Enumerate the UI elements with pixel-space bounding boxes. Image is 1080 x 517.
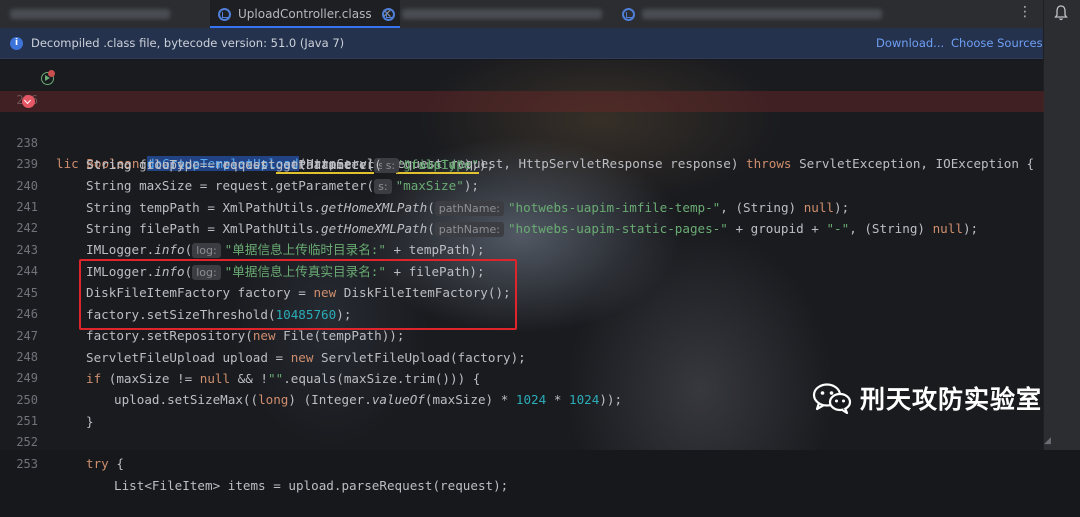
tab-upload-controller[interactable]: UploadController.class ✕ (210, 0, 401, 28)
line-number: 253 (16, 457, 38, 471)
blurred-tab-label (10, 9, 170, 19)
code-text: try { (86, 456, 124, 471)
code-line: 244 DiskFileItemFactory factory = new Di… (0, 240, 1044, 300)
info-icon: i (10, 36, 23, 50)
tab-blurred-left[interactable] (10, 0, 170, 28)
download-link[interactable]: Download... (876, 36, 944, 50)
class-file-icon (382, 7, 395, 21)
code-line: 236 lic Boolean doGroupTempletUpload(Htt… (0, 69, 1044, 171)
code-line: 240 String tempPath = XmlPathUtils.getHo… (0, 155, 1044, 216)
code-line: 241 String filePath = XmlPathUtils.getHo… (0, 176, 1044, 237)
code-line: 243 IMLogger.info(log: "单据信息上传真实目录名:" + f… (0, 219, 1044, 280)
code-line: 249 upload.setSizeMax((long) (Integer.va… (0, 347, 1044, 407)
code-line-breakpoint: 237 String groupid = request.getParamete… (0, 91, 1044, 174)
choose-sources-link[interactable]: Choose Sources... (951, 36, 1054, 50)
class-file-icon (622, 7, 635, 21)
code-line: 239 String maxSize = request.getParamete… (0, 133, 1044, 194)
banner-message: Decompiled .class file, bytecode version… (31, 36, 345, 50)
wechat-icon (812, 383, 852, 414)
breakpoint-icon[interactable] (22, 95, 35, 108)
watermark-text: 刑天攻防实验室 (860, 385, 1043, 414)
blurred-tab-label (642, 9, 882, 19)
tab-blurred-2[interactable] (382, 0, 602, 28)
decompiled-info-banner: i Decompiled .class file, bytecode versi… (0, 28, 1064, 59)
code-line: 242 IMLogger.info(log: "单据信息上传临时目录名:" + t… (0, 197, 1044, 258)
editor-tab-bar: UploadController.class ✕ ⋮ (0, 0, 1080, 29)
code-line: 238 String fileType = request.getParamet… (0, 112, 1044, 173)
code-text: List<FileItem> items = upload.parseReque… (114, 478, 509, 493)
right-tool-strip (1043, 0, 1080, 450)
watermark: 刑天攻防实验室 (812, 380, 1042, 416)
fold-marker-icon[interactable]: ◢ (1044, 436, 1054, 446)
blurred-tab-label (402, 9, 602, 19)
override-marker-icon[interactable] (48, 70, 55, 77)
class-file-icon (218, 7, 231, 21)
code-line: 253 List<FileItem> items = upload.parseR… (0, 433, 1044, 493)
notifications-bell-icon[interactable] (1054, 5, 1068, 21)
tab-label: UploadController.class (238, 7, 372, 21)
annotation-highlight-box (79, 259, 517, 330)
tab-overflow-menu-icon[interactable]: ⋮ (1018, 4, 1032, 20)
tab-blurred-3[interactable] (622, 0, 882, 28)
